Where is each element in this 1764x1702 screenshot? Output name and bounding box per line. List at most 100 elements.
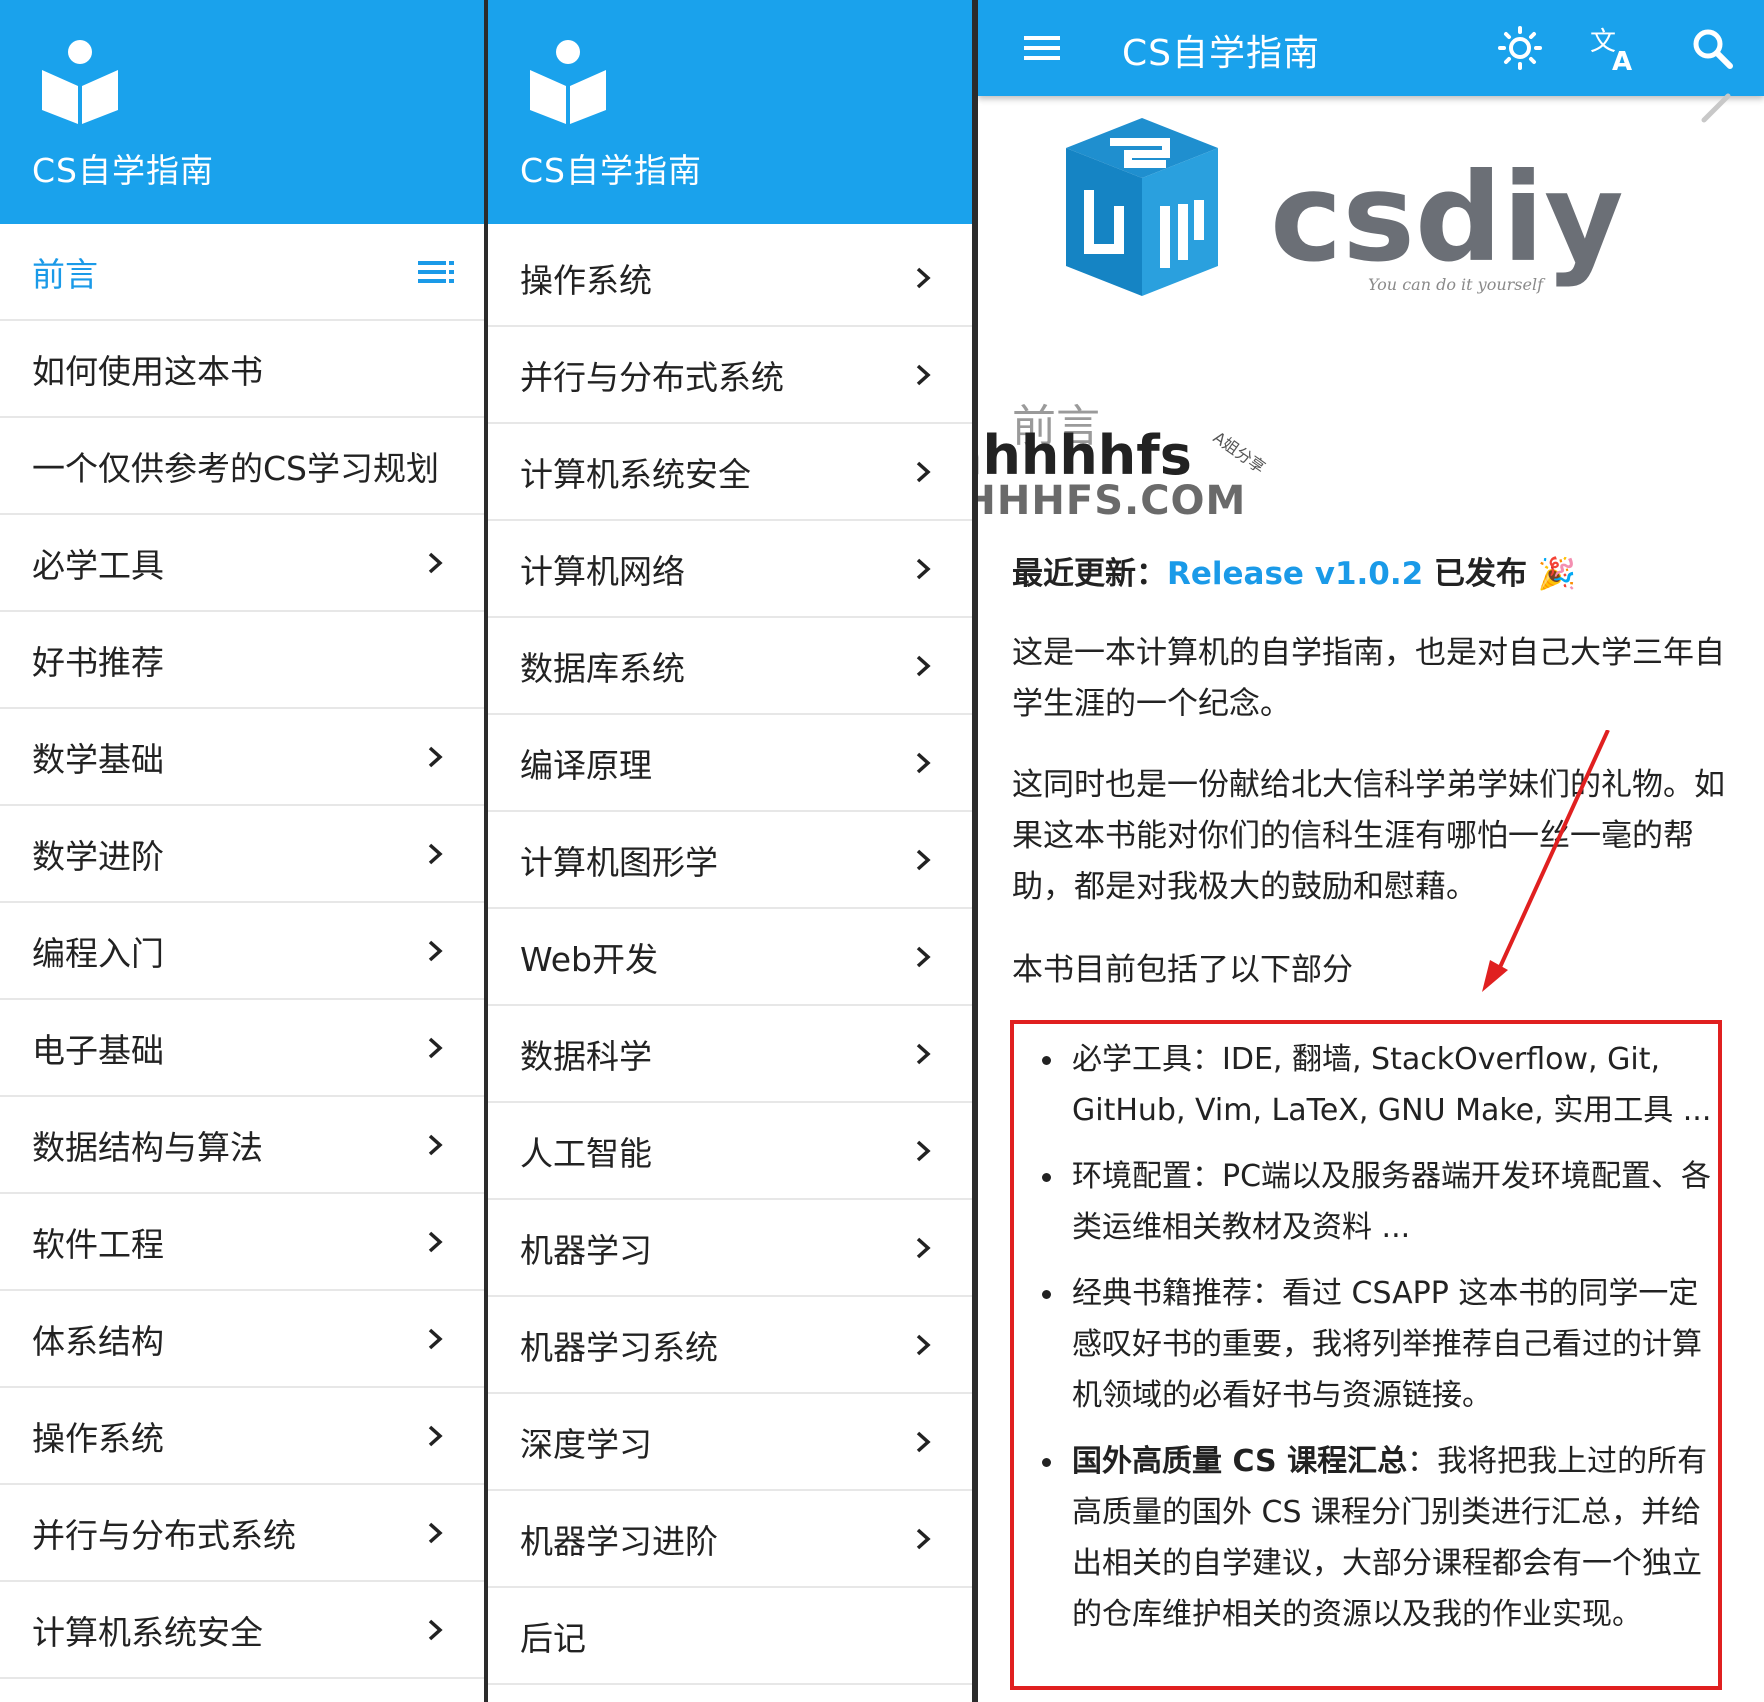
nav-item[interactable]: 计算机网络 — [488, 521, 972, 618]
release-link[interactable]: Release v1.0.2 — [1167, 556, 1423, 592]
nav-item[interactable]: 深度学习 — [488, 1394, 972, 1491]
drawer-title: CS自学指南 — [32, 151, 214, 190]
nav-list: 操作系统并行与分布式系统计算机系统安全计算机网络数据库系统编译原理计算机图形学 W… — [488, 230, 972, 1685]
intro-paragraph: 这是一本计算机的自学指南，也是对自己大学三年自学生涯的一个纪念。 — [1012, 635, 1725, 722]
chevron-right-icon — [916, 1334, 931, 1355]
nav-item-label: 机器学习 — [520, 1230, 652, 1270]
nav-item-label: 数学进阶 — [32, 836, 164, 876]
nav-item[interactable]: 数据库系统 — [488, 618, 972, 715]
nav-item-label: 计算机图形学 — [520, 842, 718, 882]
menu-icon[interactable] — [1014, 20, 1070, 76]
contents-item-title: 必学工具 — [1072, 1042, 1192, 1077]
nav-item[interactable]: 一个仅供参考的CS学习规划 — [0, 418, 484, 515]
translate-icon[interactable]: 文 A — [1586, 20, 1642, 76]
party-popper-icon: 🎉 — [1537, 556, 1577, 592]
chevron-right-icon — [428, 552, 443, 573]
drawer-title: CS自学指南 — [520, 151, 702, 190]
chevron-right-icon — [428, 1037, 443, 1058]
nav-item[interactable]: 机器学习 — [488, 1200, 972, 1297]
chevron-right-icon — [916, 558, 931, 579]
nav-item-label: 计算机网络 — [520, 551, 685, 591]
nav-item[interactable]: 前言 — [0, 224, 484, 321]
contents-item-title: 经典书籍推荐 — [1072, 1276, 1252, 1311]
nav-item[interactable]: 数据科学 — [488, 1006, 972, 1103]
nav-item[interactable]: 操作系统 — [488, 230, 972, 327]
edit-page-icon[interactable] — [1698, 86, 1738, 126]
nav-item[interactable]: 计算机图形学 — [488, 812, 972, 909]
nav-item[interactable]: 数学进阶 — [0, 806, 484, 903]
contents-list-item: 国外高质量 CS 课程汇总：我将把我上过的所有高质量的国外 CS 课程分门别类进… — [1036, 1436, 1726, 1640]
nav-item[interactable]: 数学基础 — [0, 709, 484, 806]
contents-item-separator: ： — [1192, 1159, 1222, 1194]
chevron-right-icon — [916, 267, 931, 288]
nav-item-label: 编译原理 — [520, 745, 652, 785]
nav-item-label: Web开发 — [520, 939, 658, 979]
nav-item[interactable]: 机器学习系统 — [488, 1297, 972, 1394]
chevron-right-icon — [916, 752, 931, 773]
search-icon[interactable] — [1684, 20, 1740, 76]
content-panel: CS自学指南 文 A csdiy You can do it yourself … — [978, 0, 1764, 1702]
chevron-right-icon — [428, 1328, 443, 1349]
chevron-right-icon — [428, 1425, 443, 1446]
nav-item-label: 后记 — [520, 1618, 586, 1658]
nav-list: 前言如何使用这本书一个仅供参考的CS学习规划 必学工具 好书推荐数学基础数学进阶编程… — [0, 224, 484, 1679]
chevron-right-icon — [916, 1528, 931, 1549]
logo-wordmark: csdiy — [1270, 147, 1624, 289]
nav-item[interactable]: 数据结构与算法 — [0, 1097, 484, 1194]
nav-item-label: 数学基础 — [32, 739, 164, 779]
nav-item-label: 如何使用这本书 — [32, 351, 263, 391]
chevron-right-icon — [428, 1522, 443, 1543]
nav-item[interactable]: 如何使用这本书 — [0, 321, 484, 418]
nav-item[interactable]: 软件工程 — [0, 1194, 484, 1291]
contents-item-separator: ： — [1192, 1042, 1222, 1077]
nav-item[interactable]: 电子基础 — [0, 1000, 484, 1097]
nav-item[interactable]: 必学工具 — [0, 515, 484, 612]
annotation-arrow — [1482, 730, 1610, 992]
chevron-right-icon — [428, 1134, 443, 1155]
nav-item-label: 并行与分布式系统 — [520, 357, 784, 397]
chevron-right-icon — [916, 1237, 931, 1258]
nav-item-label: 人工智能 — [520, 1133, 652, 1173]
nav-item-label: 操作系统 — [32, 1418, 164, 1458]
nav-item-label: 深度学习 — [520, 1424, 652, 1464]
contents-list-item: 环境配置：PC端以及服务器端开发环境配置、各类运维相关教材及资料 ... — [1036, 1151, 1726, 1253]
watermark-tag: A姐分享 — [1210, 428, 1269, 477]
contents-item-title: 环境配置 — [1072, 1159, 1192, 1194]
chevron-right-icon — [916, 1140, 931, 1161]
nav-item[interactable]: 编程入门 — [0, 903, 484, 1000]
nav-item-label: 数据库系统 — [520, 648, 685, 688]
app-title: CS自学指南 — [1122, 33, 1320, 74]
nav-item-label: 计算机系统安全 — [32, 1612, 263, 1652]
chevron-right-icon — [428, 1231, 443, 1252]
nav-item[interactable]: 计算机系统安全 — [488, 424, 972, 521]
watermark-site: AHHHHFS.COM — [978, 478, 1247, 524]
nav-item-label: 机器学习系统 — [520, 1327, 718, 1367]
nav-item[interactable]: 并行与分布式系统 — [0, 1485, 484, 1582]
nav-item[interactable]: 体系结构 — [0, 1291, 484, 1388]
nav-item[interactable]: Web开发 — [488, 909, 972, 1006]
nav-item[interactable]: 人工智能 — [488, 1103, 972, 1200]
toc-icon[interactable] — [416, 257, 456, 287]
nav-item[interactable]: 编译原理 — [488, 715, 972, 812]
nav-item-label: 操作系统 — [520, 260, 652, 300]
nav-item[interactable]: 计算机系统安全 — [0, 1582, 484, 1679]
update-label: 最近更新： — [1012, 556, 1167, 592]
nav-item[interactable]: 好书推荐 — [0, 612, 484, 709]
nav-item[interactable]: 操作系统 — [0, 1388, 484, 1485]
nav-drawer-panel: CS自学指南 前言如何使用这本书一个仅供参考的CS学习规划 必学工具 好书推荐数学基… — [0, 0, 484, 1702]
nav-item-label: 并行与分布式系统 — [32, 1515, 296, 1555]
brightness-icon[interactable] — [1492, 20, 1548, 76]
nav-item-label: 软件工程 — [32, 1224, 164, 1264]
nav-item-label: 数据科学 — [520, 1036, 652, 1076]
logo-tagline: You can do it yourself — [1368, 275, 1546, 294]
chevron-right-icon — [916, 1431, 931, 1452]
nav-item-label: 体系结构 — [32, 1321, 164, 1361]
nav-item-label: 电子基础 — [32, 1030, 164, 1070]
chevron-right-icon — [916, 461, 931, 482]
nav-item[interactable]: 并行与分布式系统 — [488, 327, 972, 424]
nav-item[interactable]: 机器学习进阶 — [488, 1491, 972, 1588]
contents-item-separator: ： — [1407, 1444, 1438, 1479]
nav-item[interactable]: 后记 — [488, 1588, 972, 1685]
chevron-right-icon — [916, 655, 931, 676]
nav-item-label: 前言 — [32, 254, 98, 294]
